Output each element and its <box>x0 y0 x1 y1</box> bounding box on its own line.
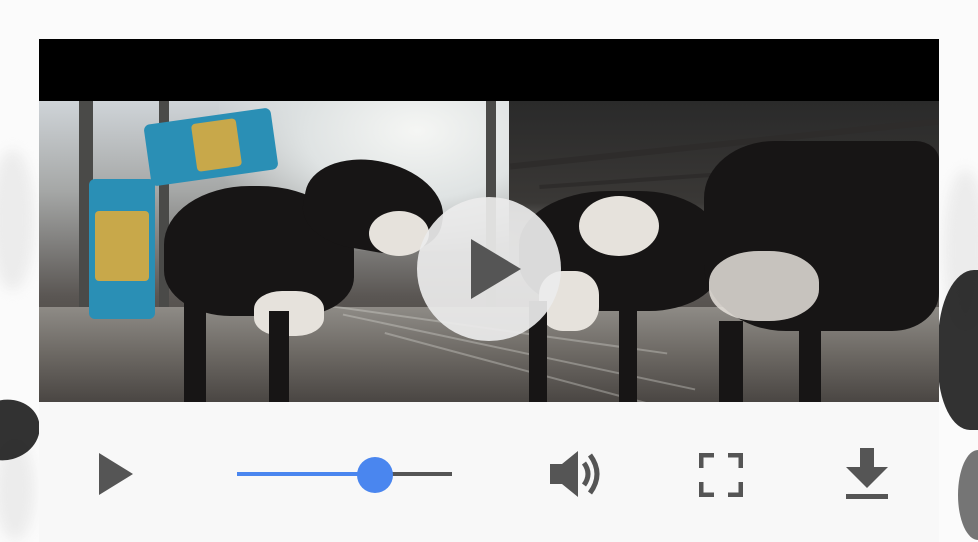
download-icon <box>846 448 888 499</box>
background-decoration <box>958 450 978 540</box>
big-play-button[interactable] <box>417 197 561 341</box>
fullscreen-button[interactable] <box>698 452 744 498</box>
seek-progress <box>237 472 375 476</box>
play-icon <box>471 239 521 299</box>
volume-button[interactable] <box>550 449 608 499</box>
video-letterbox <box>39 39 939 101</box>
video-frame[interactable] <box>39 101 939 402</box>
volume-icon <box>550 451 600 497</box>
video-player <box>39 39 939 542</box>
fullscreen-icon <box>698 452 744 498</box>
play-icon <box>99 453 133 495</box>
seek-thumb[interactable] <box>357 457 393 493</box>
seek-slider[interactable] <box>237 457 452 493</box>
background-decoration <box>0 150 35 290</box>
download-button[interactable] <box>844 448 890 500</box>
control-bar <box>39 402 939 542</box>
background-decoration <box>938 270 978 430</box>
play-button[interactable] <box>97 453 135 495</box>
